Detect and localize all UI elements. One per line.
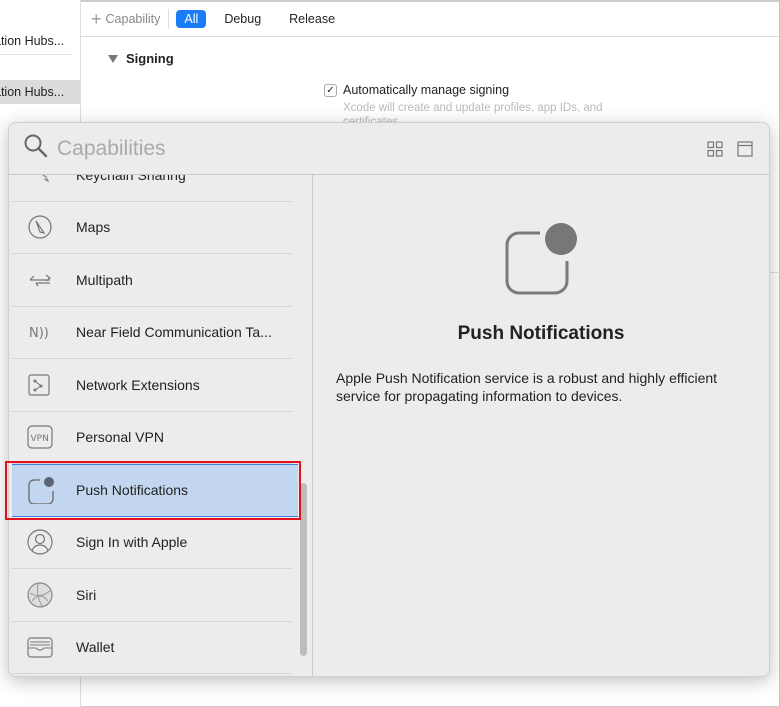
filter-all[interactable]: All [176,10,207,28]
capability-detail: Push Notifications Apple Push Notificati… [313,175,769,676]
capability-label: Multipath [76,271,133,288]
capability-label: Near Field Communication Ta... [76,324,272,341]
signing-section-header[interactable]: Signing [108,51,174,66]
add-capability-label: Capability [105,12,161,26]
notification-badge-icon [499,223,581,310]
list-scrollbar[interactable] [300,483,307,656]
detail-description: Apple Push Notification service is a rob… [336,370,718,404]
filter-debug[interactable]: Debug [216,10,269,28]
capability-label: Network Extensions [76,376,200,393]
selection-highlight-annotation [5,461,301,520]
capability-item-siri[interactable]: Siri [12,569,292,622]
sidebar-item-target-selected[interactable]: ation Hubs... [0,80,80,104]
capability-item-multipath[interactable]: Multipath [12,254,292,307]
capability-item-personal-vpn[interactable]: VPN Personal VPN [12,412,292,464]
signing-title: Signing [126,51,174,66]
capability-label: Sign In with Apple [76,534,188,551]
sidebar-item-target[interactable]: ation Hubs... [0,30,80,52]
capability-label: Maps [76,219,111,236]
detail-title: Push Notifications [457,323,625,344]
search-input[interactable]: Capabilities [57,137,166,161]
capability-label: Wallet [76,639,115,656]
capability-item-sign-in-with-apple[interactable]: Sign In with Apple [12,517,292,569]
grid-icon[interactable] [707,141,723,162]
capability-item-wallet[interactable]: Wallet [12,622,292,674]
capabilities-popover: Capabilities Keychain Sharing Maps Multipa… [8,122,770,677]
puzzle-icon [26,371,54,399]
auto-manage-signing[interactable]: ✓ Automatically manage signing [324,83,509,97]
auto-manage-checkbox[interactable]: ✓ [324,83,337,97]
plus-icon: + [91,9,102,29]
capability-label: Siri [76,586,97,603]
capabilities-search[interactable]: Capabilities [9,123,769,175]
capability-item-keychain-sharing[interactable]: Keychain Sharing [12,175,292,202]
add-capability-button[interactable]: + Capability [91,9,170,29]
siri-icon [26,581,54,609]
multipath-arrows-icon [26,266,54,294]
capability-label: Personal VPN [76,429,164,446]
svg-text:VPN: VPN [31,434,49,444]
nfc-icon: N)) [26,318,54,346]
filter-release[interactable]: Release [281,10,343,28]
capabilities-toolbar: + Capability All Debug Release [81,2,779,37]
capability-item-network-extensions[interactable]: Network Extensions [12,359,292,412]
disclosure-triangle-icon[interactable] [108,54,118,63]
search-icon [23,133,49,164]
capability-label: Keychain Sharing [76,175,186,183]
vpn-icon: VPN [26,423,54,451]
sidebar-divider [0,54,72,55]
single-view-icon[interactable] [737,141,753,162]
divider [770,272,780,273]
svg-text:N)): N)) [29,326,49,341]
capability-item-near-field-communication-ta[interactable]: N)) Near Field Communication Ta... [12,307,292,359]
person-icon [26,528,54,556]
auto-manage-label: Automatically manage signing [343,83,510,97]
capabilities-list: Keychain Sharing Maps Multipath N)) Near Fie… [12,175,298,676]
capability-item-maps[interactable]: Maps [12,202,292,254]
compass-icon [26,213,54,241]
wallet-icon [26,633,54,661]
key-icon [26,175,54,189]
